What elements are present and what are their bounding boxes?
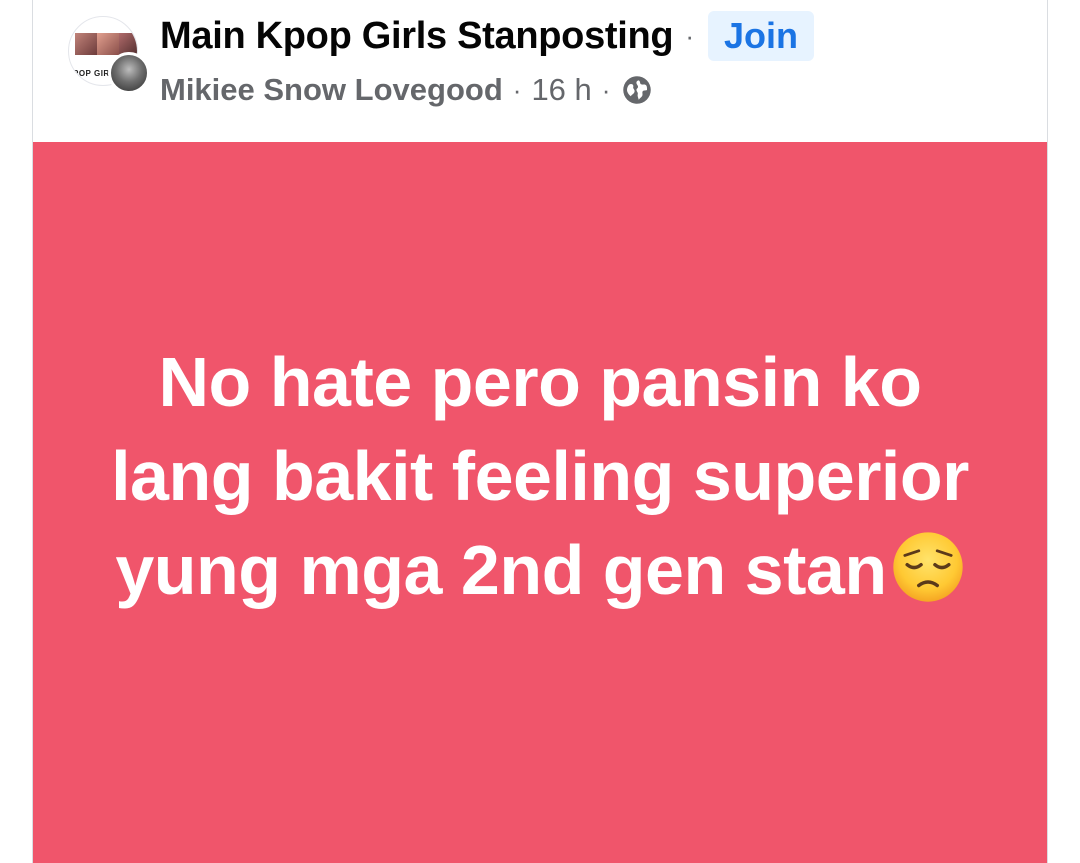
title-separator: · bbox=[685, 20, 695, 51]
post-meta-row: Mikiee Snow Lovegood · 16 h · bbox=[160, 68, 652, 112]
card-border-right bbox=[1047, 0, 1048, 863]
group-avatar-photo bbox=[75, 33, 97, 55]
post-message-text: No hate pero pansin ko lang bakit feelin… bbox=[111, 343, 969, 609]
meta-separator: · bbox=[512, 74, 522, 105]
join-button[interactable]: Join bbox=[708, 11, 815, 61]
post-header-title-row: Main Kpop Girls Stanposting · Join bbox=[160, 10, 815, 62]
post-avatar-group[interactable]: POP GIRL bbox=[64, 12, 150, 94]
pensive-face-emoji bbox=[892, 532, 963, 602]
group-avatar-photo bbox=[97, 33, 119, 55]
author-name-link[interactable]: Mikiee Snow Lovegood bbox=[160, 72, 503, 108]
author-avatar[interactable] bbox=[108, 52, 150, 94]
group-name-link[interactable]: Main Kpop Girls Stanposting bbox=[160, 15, 674, 58]
post-card: POP GIRL Main Kpop Girls Stanposting · J… bbox=[0, 0, 1080, 863]
post-timestamp[interactable]: 16 h bbox=[531, 72, 591, 108]
globe-icon[interactable] bbox=[622, 75, 652, 105]
meta-separator: · bbox=[601, 74, 611, 105]
post-message: No hate pero pansin ko lang bakit feelin… bbox=[80, 335, 1000, 617]
